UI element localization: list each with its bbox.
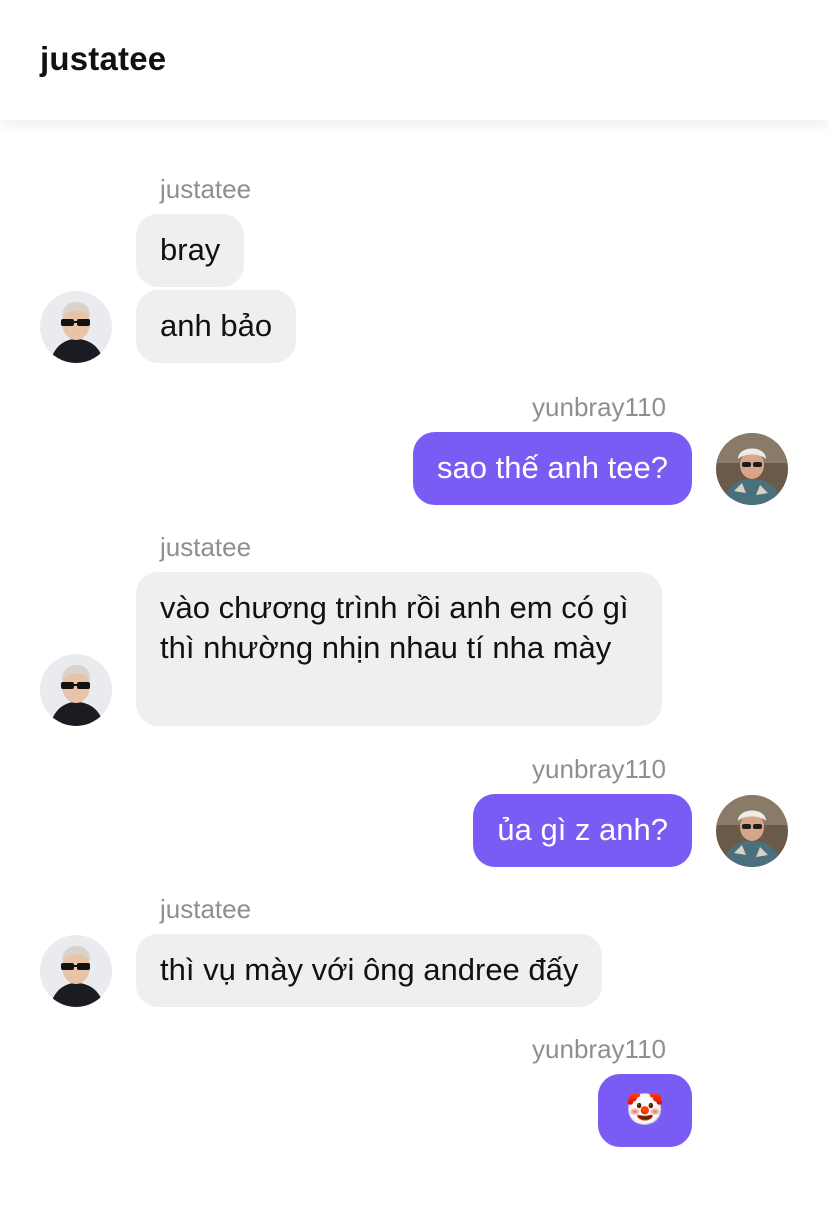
message-list[interactable]: justatee bray anh bảo yunbray110 sao thế… [0,120,828,1212]
sender-name: yunbray110 [532,392,666,422]
avatar-justatee-icon[interactable] [40,935,112,1007]
avatar-justatee-icon[interactable] [40,291,112,363]
sender-name: yunbray110 [532,754,666,784]
message-bubble-outgoing-emoji[interactable]: 🤡 [598,1074,692,1147]
avatar-yunbray-icon[interactable] [716,433,788,505]
avatar-justatee-icon[interactable] [40,654,112,726]
sender-name: justatee [160,532,252,562]
message-bubble-outgoing[interactable]: ủa gì z anh? [473,794,692,867]
message-bubble-incoming[interactable]: vào chương trình rồi anh em có gì thì nh… [136,572,662,726]
sender-name: yunbray110 [532,1034,666,1064]
sender-name: justatee [160,894,252,924]
message-bubble-incoming[interactable]: bray [136,214,245,287]
avatar-yunbray-icon[interactable] [716,795,788,867]
page-title: justatee [40,40,167,77]
message-bubble-incoming[interactable]: anh bảo [136,290,297,363]
message-bubble-outgoing[interactable]: sao thế anh tee? [413,432,692,505]
chat-header: justatee [0,0,828,120]
message-bubble-incoming[interactable]: thì vụ mày với ông andree đấy [136,934,603,1007]
sender-name: justatee [160,174,252,204]
